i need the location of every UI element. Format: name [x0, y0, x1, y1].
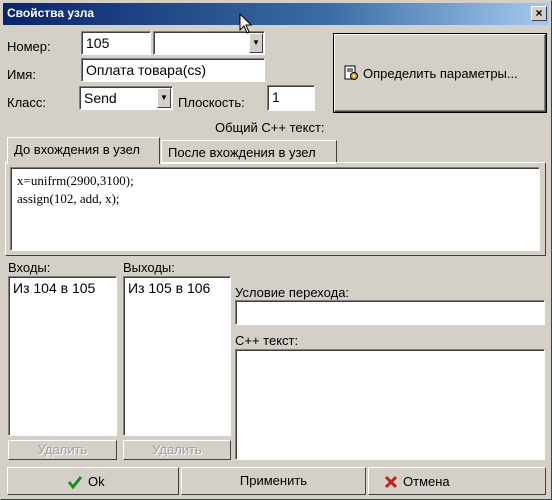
outputs-list[interactable]: Из 105 в 106 [123, 276, 231, 436]
tab-panel: x=unifrm(2900,3100); assign(102, add, x)… [5, 162, 546, 256]
close-button[interactable]: × [531, 6, 547, 21]
number-label: Номер: [7, 39, 51, 54]
cpp-text-editor[interactable] [235, 349, 545, 460]
define-parameters-button[interactable]: Определить параметры... [334, 34, 546, 112]
class-select-value: Send [84, 90, 117, 106]
define-parameters-label: Определить параметры... [363, 66, 518, 81]
chevron-down-icon[interactable]: ▼ [249, 33, 263, 53]
cancel-x-icon [383, 474, 399, 490]
transition-condition-input[interactable] [235, 300, 545, 325]
list-item[interactable]: Из 104 в 105 [13, 280, 112, 296]
chevron-down-icon[interactable]: ▼ [157, 88, 171, 108]
plane-input[interactable]: 1 [267, 85, 315, 111]
outputs-delete-button[interactable]: Удалить [123, 440, 231, 460]
cancel-button[interactable]: Отмена [368, 467, 546, 495]
inputs-delete-button[interactable]: Удалить [8, 440, 117, 460]
checkmark-icon [67, 474, 83, 490]
ok-label: Ok [88, 474, 105, 489]
outputs-label: Выходы: [123, 260, 175, 275]
tab-after-entry[interactable]: После вхождения в узел [161, 140, 337, 164]
common-text-label: Общий C++ текст: [215, 120, 325, 135]
tab-before-entry[interactable]: До вхождения в узел [7, 137, 160, 164]
ok-button[interactable]: Ok [7, 467, 179, 495]
name-input[interactable]: Оплата товара(cs) [81, 58, 265, 82]
mouse-cursor-icon [239, 12, 253, 35]
cancel-label: Отмена [403, 474, 450, 489]
number-input[interactable]: 105 [81, 31, 151, 55]
transition-condition-label: Условие перехода: [235, 285, 350, 300]
name-label: Имя: [7, 67, 36, 82]
inputs-list[interactable]: Из 104 в 105 [8, 276, 117, 436]
tab-before-entry-label: До вхождения в узел [14, 142, 140, 157]
inputs-label: Входы: [8, 260, 51, 275]
class-select[interactable]: Send ▼ [79, 86, 173, 110]
cpp-text-label: C++ текст: [235, 333, 299, 348]
title-bar[interactable]: Свойства узла × [3, 3, 549, 25]
node-properties-dialog: Свойства узла × Номер: 105 ▼ Имя: Оплата… [0, 0, 552, 500]
plane-label: Плоскость: [178, 95, 245, 110]
document-gear-icon [343, 65, 359, 81]
window-title: Свойства узла [7, 6, 94, 20]
tab-after-entry-label: После вхождения в узел [168, 145, 316, 160]
code-editor[interactable]: x=unifrm(2900,3100); assign(102, add, x)… [10, 167, 540, 251]
class-label: Класс: [7, 95, 46, 110]
apply-button[interactable]: Применить [181, 467, 366, 495]
list-item[interactable]: Из 105 в 106 [128, 280, 226, 296]
